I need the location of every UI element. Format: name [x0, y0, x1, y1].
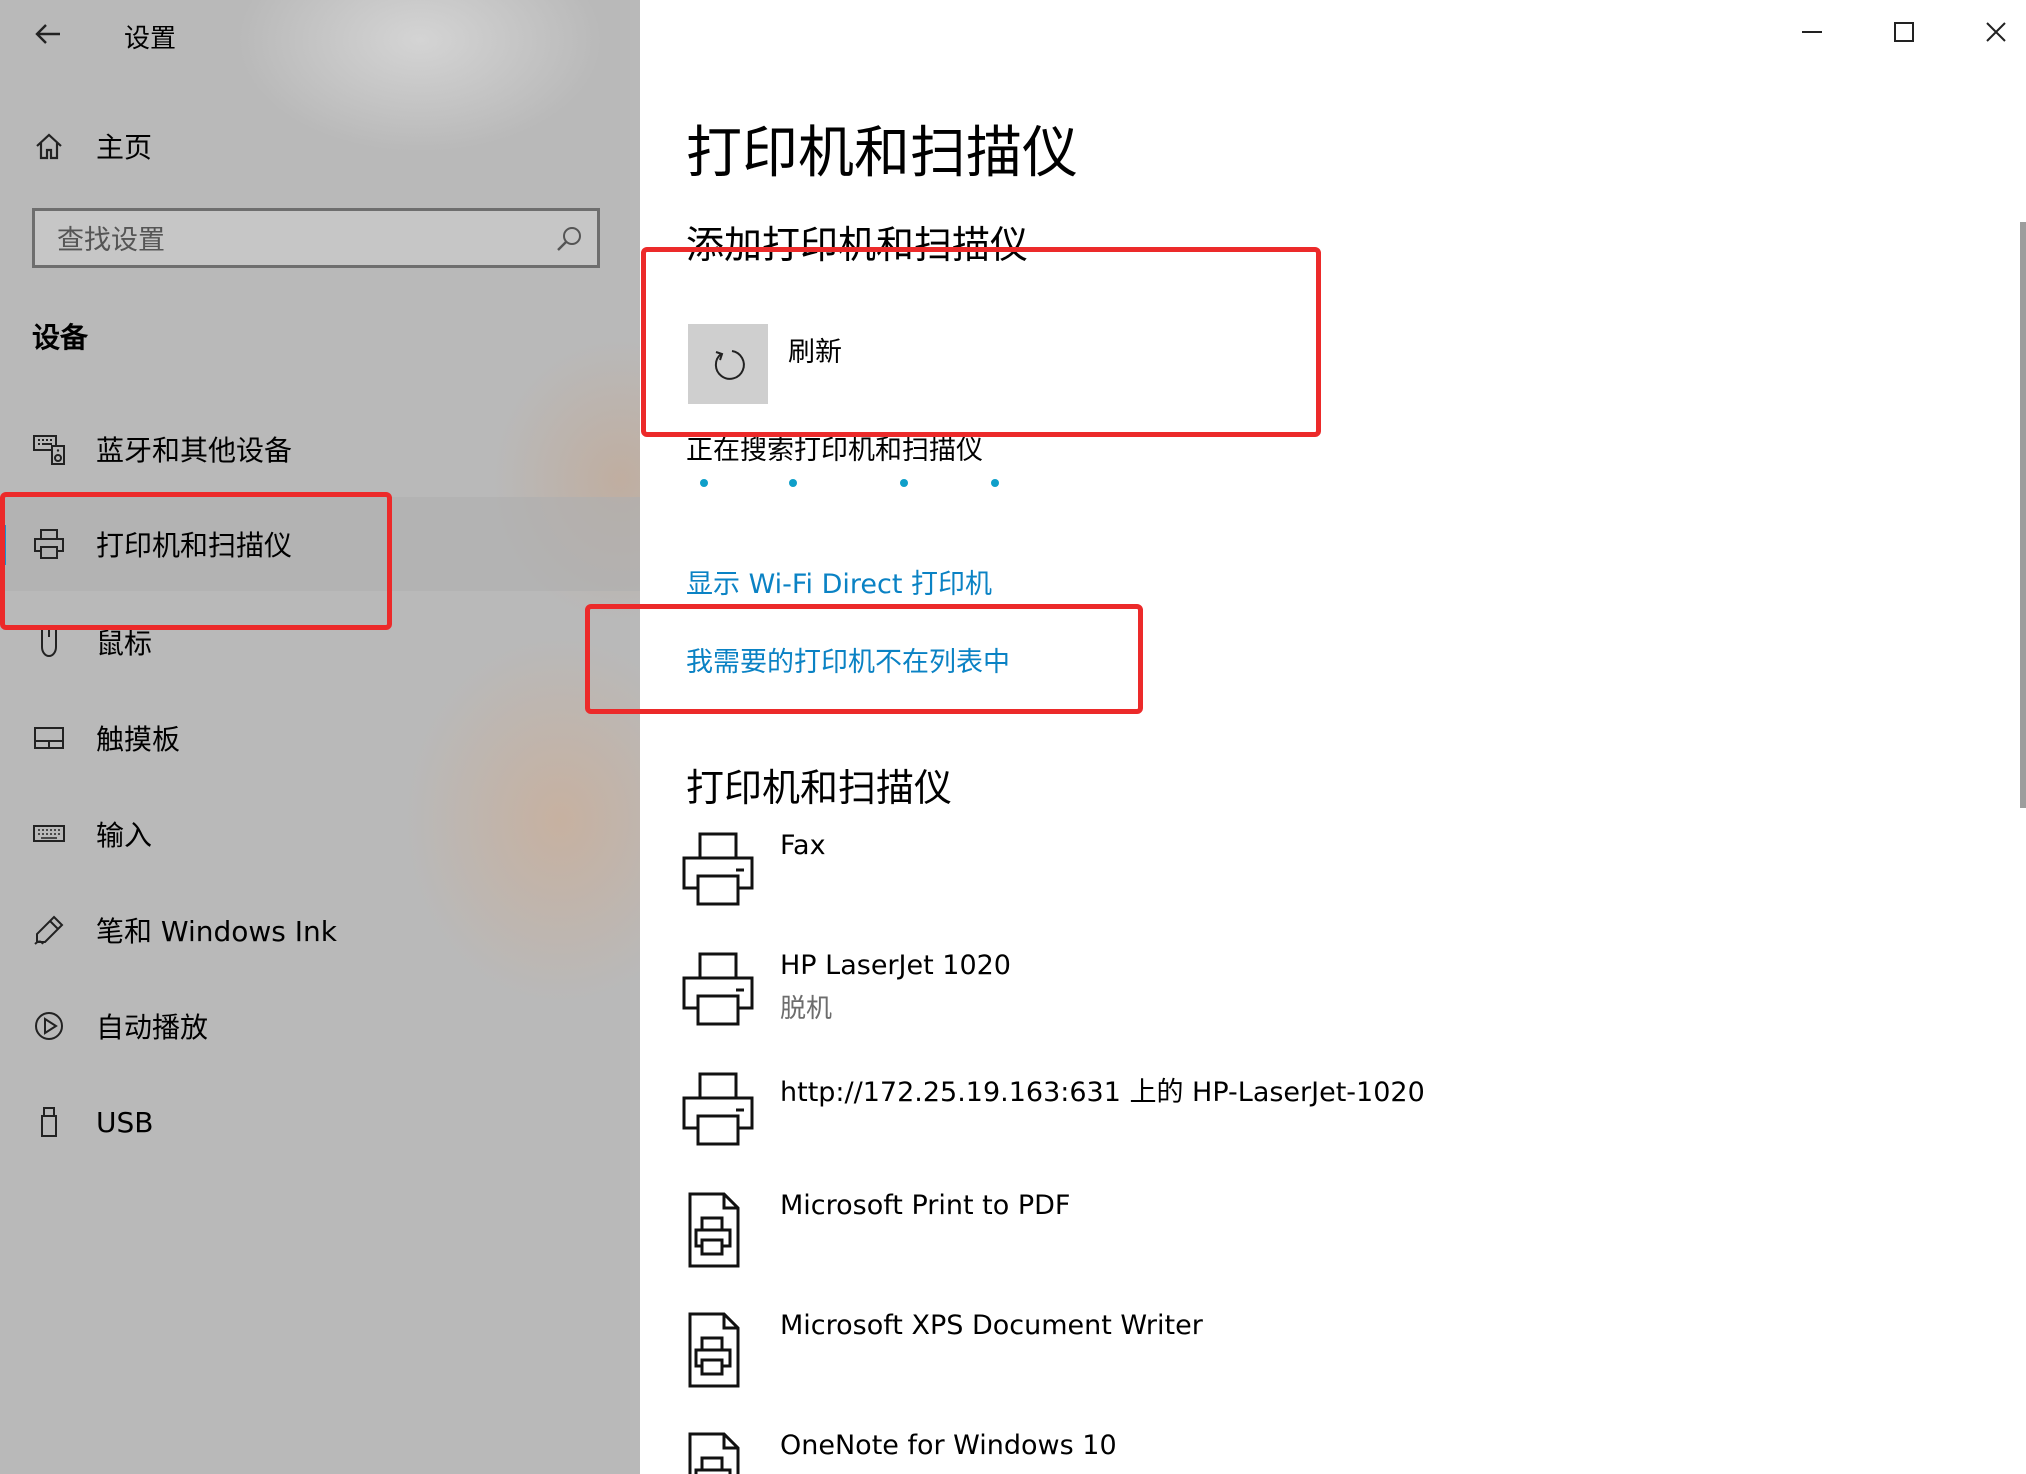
- search-box[interactable]: [32, 208, 600, 268]
- printer-icon: [30, 525, 68, 563]
- keyboard-icon: [30, 815, 68, 853]
- printer-name: Microsoft Print to PDF: [780, 1190, 1071, 1221]
- back-button[interactable]: [28, 14, 68, 54]
- usb-icon: [30, 1103, 68, 1141]
- sidebar-item-pen[interactable]: 笔和 Windows Ink: [0, 883, 640, 977]
- printer-item-onenote[interactable]: OneNote for Windows 10: [680, 1430, 1580, 1474]
- mouse-icon: [30, 623, 68, 661]
- home-label: 主页: [96, 131, 153, 164]
- sidebar-item-label: 触摸板: [96, 723, 181, 756]
- search-icon[interactable]: [555, 225, 583, 253]
- sidebar-item-label: 鼠标: [96, 627, 153, 660]
- progress-dot: [900, 479, 908, 487]
- back-arrow-icon: [35, 24, 60, 44]
- printer-not-listed-link[interactable]: 我需要的打印机不在列表中: [686, 640, 1010, 679]
- sidebar-item-label: 输入: [96, 819, 153, 852]
- sidebar-item-label: 笔和 Windows Ink: [96, 915, 338, 948]
- printer-name: Fax: [780, 830, 826, 861]
- maximize-icon: [1894, 22, 1914, 42]
- close-button[interactable]: [1966, 10, 2026, 54]
- maximize-button[interactable]: [1874, 10, 1934, 54]
- printer-icon: [682, 952, 754, 1026]
- printer-item-fax[interactable]: Fax: [680, 830, 1580, 940]
- printer-item-print-to-pdf[interactable]: Microsoft Print to PDF: [680, 1190, 1580, 1300]
- add-section-title: 添加打印机和扫描仪: [686, 223, 1029, 267]
- refresh-button[interactable]: [688, 324, 768, 404]
- printer-icon: [682, 1072, 754, 1146]
- sidebar-item-input[interactable]: 输入: [0, 787, 640, 881]
- minimize-button[interactable]: [1782, 10, 1842, 54]
- selection-accent-bar: [0, 525, 6, 565]
- search-input[interactable]: [55, 221, 539, 259]
- sidebar-item-label: 自动播放: [96, 1011, 209, 1044]
- sidebar-item-usb[interactable]: USB: [0, 1075, 640, 1169]
- printer-item-hp-laserjet[interactable]: HP LaserJet 1020 脱机: [680, 950, 1580, 1060]
- sidebar-item-label: 打印机和扫描仪: [96, 529, 293, 562]
- sidebar-item-bluetooth[interactable]: 蓝牙和其他设备: [0, 402, 640, 496]
- refresh-icon: [714, 350, 745, 380]
- minimize-icon: [1802, 31, 1822, 33]
- printer-item-network-hp[interactable]: http://172.25.19.163:631 上的 HP-LaserJet-…: [680, 1070, 1580, 1180]
- printer-name: OneNote for Windows 10: [780, 1430, 1117, 1461]
- document-printer-icon: [688, 1432, 740, 1474]
- progress-dot: [991, 479, 999, 487]
- sidebar: 设置 主页 设备 蓝牙和其他设备: [0, 0, 640, 1474]
- printer-icon: [682, 832, 754, 906]
- searching-status: 正在搜索打印机和扫描仪: [686, 435, 983, 466]
- printer-status: 脱机: [780, 994, 833, 1024]
- autoplay-icon: [30, 1007, 68, 1045]
- sidebar-item-printers[interactable]: 打印机和扫描仪: [0, 497, 640, 591]
- sidebar-item-touchpad[interactable]: 触摸板: [0, 691, 640, 785]
- printer-item-xps-writer[interactable]: Microsoft XPS Document Writer: [680, 1310, 1580, 1420]
- close-icon: [1986, 22, 2006, 42]
- printer-name: http://172.25.19.163:631 上的 HP-LaserJet-…: [780, 1077, 1425, 1108]
- sidebar-item-label: USB: [96, 1105, 154, 1139]
- show-wifi-direct-link[interactable]: 显示 Wi-Fi Direct 打印机: [686, 562, 992, 601]
- progress-dot: [789, 479, 797, 487]
- document-printer-icon: [688, 1192, 740, 1268]
- printers-section-title: 打印机和扫描仪: [686, 766, 953, 810]
- sidebar-item-label: 蓝牙和其他设备: [96, 434, 293, 467]
- keyboard-speaker-icon: [30, 430, 68, 468]
- section-title-devices: 设备: [32, 321, 89, 354]
- sidebar-item-mouse[interactable]: 鼠标: [0, 595, 640, 689]
- document-printer-icon: [688, 1312, 740, 1388]
- scrollbar[interactable]: [2020, 222, 2026, 808]
- sidebar-item-autoplay[interactable]: 自动播放: [0, 979, 640, 1073]
- main-content: 打印机和扫描仪 添加打印机和扫描仪 刷新 正在搜索打印机和扫描仪 显示 Wi-F…: [640, 0, 2026, 1474]
- printer-name: Microsoft XPS Document Writer: [780, 1310, 1203, 1341]
- app-title: 设置: [124, 24, 177, 54]
- progress-dot: [700, 479, 708, 487]
- sidebar-item-home[interactable]: 主页: [0, 116, 640, 176]
- touchpad-icon: [30, 719, 68, 757]
- printer-name: HP LaserJet 1020: [780, 950, 1011, 981]
- refresh-label[interactable]: 刷新: [788, 330, 842, 369]
- pen-icon: [30, 911, 68, 949]
- page-title: 打印机和扫描仪: [686, 121, 1078, 186]
- home-icon: [30, 127, 68, 165]
